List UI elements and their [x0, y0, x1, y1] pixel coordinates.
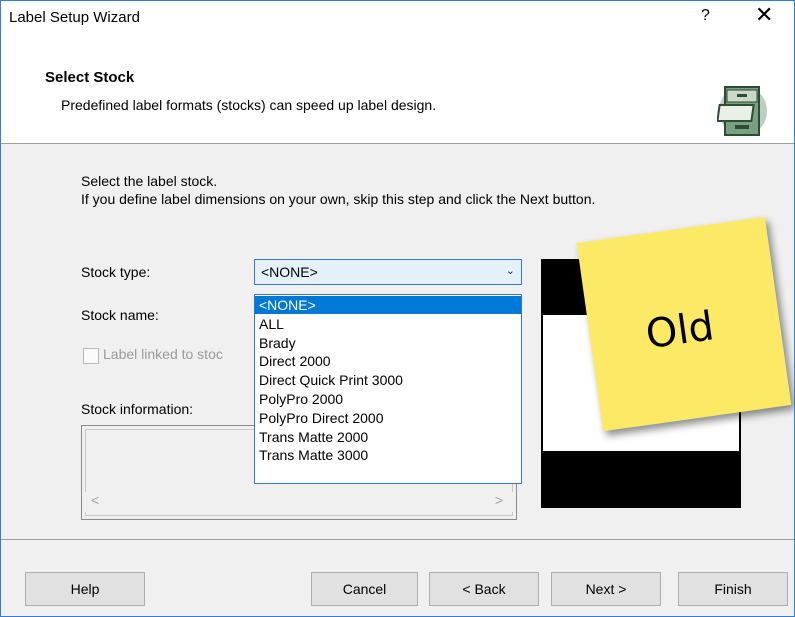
label-linked-text: Label linked to stoc [103, 346, 223, 362]
step-subtitle: Predefined label formats (stocks) can sp… [61, 97, 437, 113]
close-button[interactable]: ✕ [755, 3, 773, 28]
scroll-left-icon[interactable]: < [91, 492, 99, 508]
wizard-header: Select Stock Predefined label formats (s… [1, 33, 794, 144]
stock-type-label: Stock type: [81, 264, 151, 280]
stock-name-label: Stock name: [81, 307, 159, 323]
file-cabinet-icon [717, 86, 767, 136]
stock-type-value: <NONE> [261, 264, 318, 280]
sticky-note-text: Old [643, 303, 717, 359]
next-button[interactable]: Next > [551, 572, 661, 606]
help-title-button[interactable]: ? [701, 7, 710, 25]
dropdown-item[interactable]: PolyPro 2000 [255, 390, 521, 408]
dropdown-item[interactable]: Brady [255, 334, 521, 352]
help-button[interactable]: Help [25, 572, 145, 606]
wizard-window: Label Setup Wizard ? ✕ Select Stock Pred… [0, 0, 795, 617]
finish-button[interactable]: Finish [678, 572, 788, 606]
dropdown-item[interactable]: PolyPro Direct 2000 [255, 409, 521, 427]
label-linked-checkbox[interactable] [83, 348, 99, 364]
window-title: Label Setup Wizard [9, 9, 140, 26]
stock-info-scrollbar[interactable]: < > [85, 492, 513, 512]
step-title: Select Stock [45, 69, 135, 86]
scroll-right-icon[interactable]: > [495, 492, 503, 508]
back-button[interactable]: < Back [429, 572, 539, 606]
dropdown-item[interactable]: Trans Matte 2000 [255, 428, 521, 446]
dropdown-item[interactable]: <NONE> [255, 296, 521, 314]
cancel-button[interactable]: Cancel [311, 572, 418, 606]
stock-type-dropdown-list[interactable]: <NONE> ALL Brady Direct 2000 Direct Quick Pr… [254, 294, 522, 484]
footer-separator [1, 539, 794, 540]
instruction-line-1: Select the label stock. [81, 173, 218, 189]
chevron-down-icon[interactable]: ⌄ [506, 264, 515, 277]
dropdown-item[interactable]: Direct Quick Print 3000 [255, 371, 521, 389]
dropdown-item[interactable]: ALL [255, 315, 521, 333]
dropdown-item[interactable]: Trans Matte 3000 [255, 446, 521, 464]
sticky-note: Old [576, 216, 792, 432]
stock-info-label: Stock information: [81, 401, 194, 417]
title-bar: Label Setup Wizard ? ✕ [1, 1, 794, 33]
stock-type-combobox[interactable]: <NONE> ⌄ [254, 259, 522, 285]
dropdown-item[interactable]: Direct 2000 [255, 352, 521, 370]
instruction-line-2: If you define label dimensions on your o… [81, 191, 596, 207]
